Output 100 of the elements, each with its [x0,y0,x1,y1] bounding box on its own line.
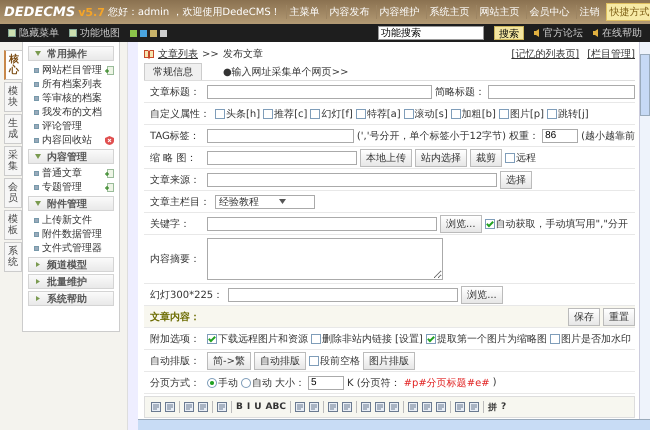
add-page-icon[interactable] [105,168,114,178]
checkbox[interactable] [426,334,436,344]
toolbar-icon[interactable] [468,402,479,412]
menu-group-header[interactable]: 常用操作 [28,46,114,61]
category-dropdown[interactable]: 经验教程 [215,194,315,208]
checkbox-option[interactable]: 远程 [505,150,536,164]
delete-icon[interactable] [105,136,114,144]
toolbar-icon[interactable] [422,402,432,412]
theme-swatch-icon[interactable] [150,30,157,36]
toolbar-icon[interactable] [454,402,465,412]
theme-swatch-icon[interactable] [160,30,167,36]
toolbar-icon[interactable] [294,402,305,412]
form-button[interactable]: 图片排版 [363,352,415,370]
checkbox-option[interactable]: 滚动[s] [404,106,448,120]
search-button[interactable]: 搜索 [494,26,524,40]
text-field[interactable] [207,84,432,98]
text-field[interactable]: 5 [308,376,344,390]
menu-group-header[interactable]: 批量维护 [28,274,114,289]
menu-group-header[interactable]: 内容管理 [28,149,114,164]
checkbox[interactable] [311,334,321,344]
top-link[interactable]: [记忆的列表页] [511,47,580,61]
form-button[interactable]: 裁剪 [470,148,502,166]
text-field[interactable] [207,172,497,186]
checkbox[interactable] [505,152,515,162]
toolbar-link[interactable]: 在线帮助 [602,26,642,40]
radio-button[interactable] [241,378,251,388]
toolbar-icon[interactable] [151,402,161,412]
checkbox-option[interactable]: 头条[h] [215,106,260,120]
text-field[interactable] [207,128,354,142]
checkbox[interactable] [309,356,319,366]
nav-link[interactable]: 网站主页 [476,5,523,19]
toolbar-link[interactable]: 功能地图 [80,26,120,40]
toolbar-icon[interactable] [184,402,194,412]
nav-link[interactable]: 注销 [576,5,603,19]
checkbox[interactable] [484,218,495,228]
menu-item[interactable]: 文件式管理器 [42,241,102,255]
toolbar-link[interactable]: 官方论坛 [543,26,583,40]
nav-link[interactable]: 系统主页 [426,5,473,19]
side-tab[interactable]: 模板 [4,210,22,240]
toolbar-icon[interactable] [198,402,208,412]
form-button[interactable]: 浏览... [461,286,503,304]
quick-menu-button[interactable]: 快捷方式 [606,3,650,21]
menu-group-header[interactable]: 系统帮助 [28,291,114,306]
radio-option[interactable]: 手动 [207,376,238,390]
form-button[interactable]: 简->繁 [207,352,251,370]
form-button[interactable]: 保存 [568,308,600,326]
menu-item[interactable]: 内容回收站 [42,133,92,147]
checkbox[interactable] [263,108,274,118]
nav-link[interactable]: 内容发布 [326,5,373,19]
toolbar-button[interactable]: B [236,402,243,412]
add-page-icon[interactable] [105,182,114,192]
text-field[interactable] [488,84,635,98]
toolbar-icon[interactable] [388,402,399,412]
menu-item[interactable]: 评论管理 [42,119,82,133]
text-field[interactable] [207,150,357,164]
form-button[interactable]: 重置 [603,308,635,326]
menu-item[interactable]: 网站栏目管理 [42,63,102,77]
form-button[interactable]: 自动排版 [254,352,306,370]
search-field[interactable]: 功能搜索 [378,26,484,40]
checkbox[interactable] [356,108,366,118]
add-page-icon[interactable] [105,66,114,74]
toolbar-icon[interactable] [360,402,371,412]
checkbox-option[interactable]: 加粗[b] [450,106,496,120]
menu-item[interactable]: 等审核的档案 [42,91,102,105]
form-button[interactable]: 站内选择 [415,148,467,166]
menu-item[interactable]: 附件数据管理 [42,227,102,241]
side-tab[interactable]: 核心 [4,50,23,80]
radio-option[interactable]: 自动 [241,376,272,390]
form-button[interactable]: 本地上传 [360,148,412,166]
toolbar-button[interactable]: ? [500,402,506,412]
form-tab[interactable]: ●输入网址采集单个网页>> [214,63,358,80]
toolbar-button[interactable]: I [246,402,250,412]
checkbox[interactable] [404,108,414,118]
checkbox-option[interactable]: 跳转[j] [547,106,589,120]
checkbox[interactable] [498,108,509,118]
text-field[interactable] [228,288,458,302]
menu-group-header[interactable]: 附件管理 [28,196,114,211]
checkbox-option[interactable]: 幻灯[f] [310,106,353,120]
checkbox[interactable] [310,108,320,118]
side-tab[interactable]: 采集 [4,146,22,176]
breadcrumb-link[interactable]: 文章列表 [158,47,198,61]
nav-link[interactable]: 内容维护 [376,5,423,19]
checkbox-option[interactable]: 图片[p] [498,106,544,120]
toolbar-icon[interactable] [308,402,319,412]
checkbox-option[interactable]: 下载远程图片和资源 [207,332,308,346]
checkbox-option[interactable]: 自动获取，手动填写用","分开 [484,216,628,230]
checkbox-option[interactable]: 提取第一个图片为缩略图 [426,332,547,346]
toolbar-button[interactable]: 拼 [488,400,497,414]
toolbar-icon[interactable] [408,402,418,412]
checkbox-option[interactable]: 图片是否加水印 [550,332,631,346]
checkbox-option[interactable]: 删除非站内链接 [311,332,392,346]
menu-group-header[interactable]: 频道模型 [28,257,114,272]
menu-item[interactable]: 所有档案列表 [42,77,102,91]
checkbox[interactable] [215,108,225,118]
side-tab[interactable]: 生成 [4,114,22,144]
checkbox[interactable] [207,334,217,344]
theme-swatch-icon[interactable] [130,30,137,36]
menu-item[interactable]: 普通文章 [42,166,82,180]
scrollbar[interactable] [138,419,650,430]
toolbar-icon[interactable] [374,402,385,412]
